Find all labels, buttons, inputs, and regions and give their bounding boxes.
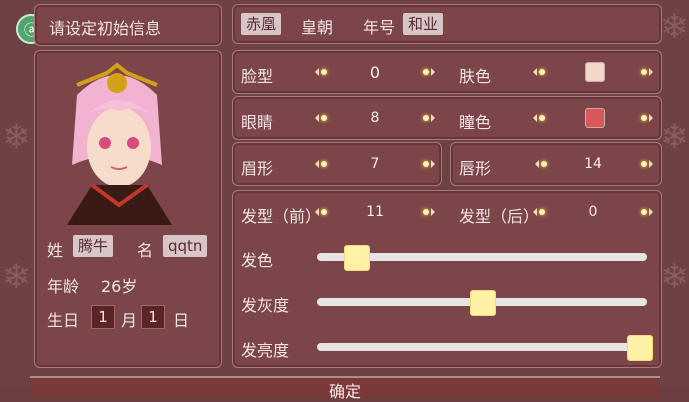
hair-back-next-button[interactable] [637,205,653,219]
pupil-color-next-button[interactable] [637,111,653,125]
hair-brightness-slider[interactable] [317,343,647,351]
dynasty-field[interactable]: 赤凰 [241,13,282,35]
pupil-color-label: 瞳色 [459,113,492,132]
hair-back-prev-button[interactable] [533,205,549,219]
hair-front-prev-button[interactable] [315,205,331,219]
row-eyes-pupil: 眼睛 8 瞳色 [232,96,662,140]
hair-brightness-slider-handle[interactable] [627,335,653,361]
given-name-label: 名 [137,241,154,260]
row-face-skin: 脸型 0 肤色 [232,50,662,94]
era-label: 年号 [363,18,396,37]
month-label: 月 [121,311,138,330]
skin-color-label: 肤色 [459,67,492,86]
snowflake-decoration: ❄ [660,257,689,297]
hair-front-label: 发型（前） [241,207,322,226]
skin-color-swatch [585,62,605,82]
snowflake-decoration: ❄ [2,117,31,157]
eyes-value: 8 [370,110,380,126]
lips-value: 14 [584,156,602,172]
confirm-button[interactable]: 确定 [30,376,660,401]
snowflake-decoration: ❄ [660,117,689,157]
face-shape-value: 0 [369,63,381,82]
brows-next-button[interactable] [419,157,435,171]
face-shape-prev-button[interactable] [315,65,331,79]
hair-panel: 发型（前） 11 发型（后） 0 发色 发灰度 发亮度 [232,190,662,368]
hair-back-label: 发型（后） [459,207,540,226]
character-portrait [47,55,187,225]
snowflake-decoration: ❄ [2,257,31,297]
hair-brightness-label: 发亮度 [241,341,290,360]
surname-label: 姓 [47,241,64,260]
lips-prev-button[interactable] [535,157,551,171]
page-title: 请设定初始信息 [49,19,162,38]
confirm-label: 确定 [328,382,361,401]
hair-front-next-button[interactable] [419,205,435,219]
brows-prev-button[interactable] [315,157,331,171]
skin-color-prev-button[interactable] [533,65,549,79]
brows-value: 7 [370,156,380,172]
hair-gray-label: 发灰度 [241,296,290,315]
row-brows: 眉形 7 [232,142,442,186]
hair-color-slider-handle[interactable] [344,245,371,271]
pupil-color-swatch [585,108,605,128]
hair-gray-slider-handle[interactable] [470,290,496,316]
face-shape-next-button[interactable] [419,65,435,79]
portrait-panel: 姓 腾牛 名 qqtn 年龄 26岁 生日 1 月 1 日 [34,50,222,368]
eyes-next-button[interactable] [419,111,435,125]
hair-color-label: 发色 [241,251,274,270]
surname-field[interactable]: 腾牛 [73,235,114,257]
birth-month-field[interactable]: 1 [91,305,115,329]
hair-back-value: 0 [588,204,598,220]
day-label: 日 [173,311,190,330]
lips-next-button[interactable] [637,157,653,171]
age-label: 年龄 [47,277,80,296]
birth-day-field[interactable]: 1 [141,305,165,329]
dynasty-label: 皇朝 [301,18,334,37]
age-value: 26岁 [101,277,138,296]
eyes-label: 眼睛 [241,113,274,132]
row-lips: 唇形 14 [450,142,662,186]
given-name-field[interactable]: qqtn [163,235,208,257]
era-field[interactable]: 和业 [403,13,444,35]
lips-label: 唇形 [459,159,492,178]
eyes-prev-button[interactable] [315,111,331,125]
brows-label: 眉形 [241,159,274,178]
title-panel: 请设定初始信息 [34,4,222,46]
skin-color-next-button[interactable] [637,65,653,79]
snowflake-decoration: ❄ [660,7,689,47]
birthday-label: 生日 [47,311,80,330]
pupil-color-prev-button[interactable] [533,111,549,125]
dynasty-panel: 赤凰 皇朝 年号 和业 [232,4,662,44]
hair-front-value: 11 [366,204,384,220]
face-shape-label: 脸型 [241,67,274,86]
